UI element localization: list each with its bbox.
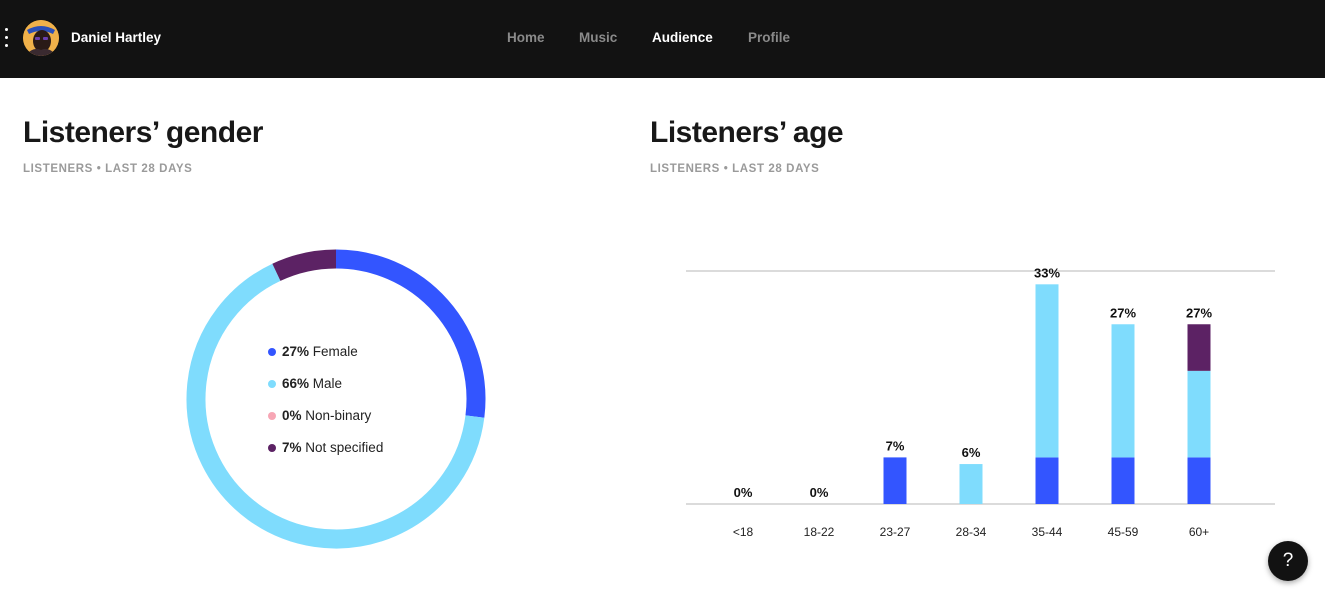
donut-slice-male [186,263,485,549]
legend-label: Non-binary [305,408,372,423]
age-section-title: Listeners’ age [650,116,844,149]
legend-dot [268,380,276,388]
x-tick-label: 18-22 [804,525,835,539]
bar-segment-60-0 [1187,457,1211,504]
bar-segment-35-44-0 [1035,457,1059,504]
donut-slice-not-specified [272,249,337,282]
legend-percent: 66% [282,376,310,391]
nav-profile[interactable]: Profile [748,30,790,45]
bar-segment-28-34-1 [959,464,983,504]
gender-section-title: Listeners’ gender [23,116,263,149]
bar-segment-45-59-1 [1111,324,1135,458]
legend-label: Female [312,344,358,359]
legend-label: Not specified [305,440,384,455]
bar-segment-35-44-1 [1035,284,1059,458]
x-tick-label: 28-34 [956,525,987,539]
x-tick-label: 23-27 [880,525,911,539]
legend-percent: 7% [282,440,302,455]
gender-donut-chart [186,249,486,549]
nav-home[interactable]: Home [507,30,545,45]
vertical-dots-icon[interactable] [3,28,11,50]
bar-value-label: 27% [1110,305,1136,320]
legend-dot [268,412,276,420]
bar-value-label: 6% [962,445,981,460]
nav-music[interactable]: Music [579,30,617,45]
artist-name[interactable]: Daniel Hartley [71,30,161,45]
bar-segment-60-2 [1187,324,1211,371]
age-section-subtitle: LISTENERS • LAST 28 DAYS [650,163,820,175]
nav-audience[interactable]: Audience [652,30,713,45]
legend-label: Male [312,376,343,391]
bar-segment-23-27-0 [883,457,907,504]
x-tick-label: 35-44 [1032,525,1063,539]
gender-section-subtitle: LISTENERS • LAST 28 DAYS [23,163,193,175]
legend-dot [268,348,276,356]
help-button[interactable]: ? [1268,541,1308,581]
donut-slice-female [335,249,486,418]
bar-segment-45-59-0 [1111,457,1135,504]
bar-value-label: 0% [810,485,829,500]
top-bar: Daniel Hartley Home Music Audience Profi… [0,0,1325,78]
bar-value-label: 7% [886,438,905,453]
x-tick-label: 45-59 [1108,525,1139,539]
legend-percent: 0% [282,408,302,423]
x-tick-label: <18 [733,525,754,539]
bar-value-label: 0% [734,485,753,500]
artist-avatar[interactable] [23,20,59,56]
legend-dot [268,444,276,452]
bar-segment-60-1 [1187,370,1211,458]
age-bar-chart: 0% <18 0% 18-22 7% 23-27 6% 28-34 33% 35-44 27% 45-… [686,265,1275,539]
bar-value-label: 33% [1034,265,1060,280]
x-tick-label: 60+ [1189,525,1209,539]
bar-value-label: 27% [1186,305,1212,320]
legend-percent: 27% [282,344,310,359]
